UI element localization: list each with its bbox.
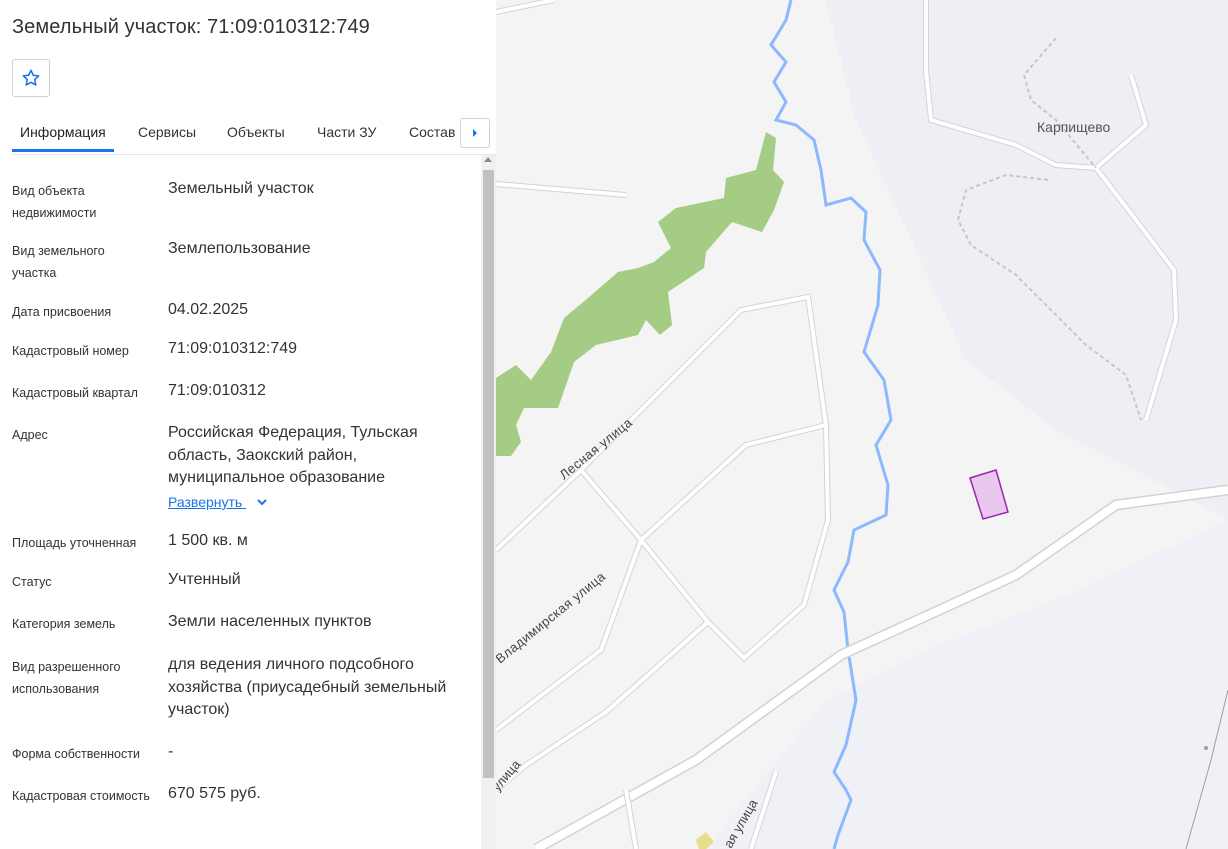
label-ownership-form: Форма собственности xyxy=(12,747,140,761)
info-panel: Земельный участок: 71:09:010312:749 Инфо… xyxy=(0,0,496,849)
tabs-next-button[interactable] xyxy=(460,118,490,148)
value-address: Российская Федерация, Тульская область, … xyxy=(168,424,418,486)
label-assignment-date: Дата присвоения xyxy=(12,305,112,319)
value-object-type: Земельный участок xyxy=(168,180,314,197)
label-address: Адрес xyxy=(12,428,48,442)
value-land-category: Земли населенных пунктов xyxy=(168,613,372,630)
label-permitted-use: Вид разрешенного использования xyxy=(12,660,121,696)
place-label: Карпищево xyxy=(1037,119,1111,135)
tab-information[interactable]: Информация xyxy=(20,124,106,140)
value-land-type: Землепользование xyxy=(168,240,311,257)
chevron-down-icon xyxy=(257,499,267,506)
value-cadastral-quarter: 71:09:010312 xyxy=(168,382,266,399)
scroll-up-arrow-icon[interactable] xyxy=(484,157,492,162)
label-cadastral-quarter: Кадастровый квартал xyxy=(12,386,138,400)
label-cadastral-number: Кадастровый номер xyxy=(12,344,129,358)
value-cadastral-number: 71:09:010312:749 xyxy=(168,340,298,357)
star-icon xyxy=(22,69,40,86)
value-area: 1 500 кв. м xyxy=(168,532,248,549)
tab-services[interactable]: Сервисы xyxy=(138,124,196,140)
label-land-type: Вид земельного участка xyxy=(12,244,105,280)
value-ownership-form: - xyxy=(168,743,174,760)
favorite-button[interactable] xyxy=(12,59,50,97)
value-permitted-use: для ведения личного подсобного хозяйства… xyxy=(168,656,447,718)
scrollbar-thumb[interactable] xyxy=(483,170,494,778)
tab-parts[interactable]: Части ЗУ xyxy=(317,124,376,140)
label-cadastral-value: Кадастровая стоимость xyxy=(12,789,150,803)
value-cadastral-value: 670 575 руб. xyxy=(168,785,261,802)
expand-address-link[interactable]: Развернуть xyxy=(168,494,268,510)
active-tab-indicator xyxy=(12,149,114,152)
label-land-category: Категория земель xyxy=(12,617,116,631)
tab-composition[interactable]: Состав xyxy=(409,124,455,140)
label-status: Статус xyxy=(12,575,52,589)
value-status: Учтенный xyxy=(168,571,241,588)
value-assignment-date: 04.02.2025 xyxy=(168,301,249,318)
page-title: Земельный участок: 71:09:010312:749 xyxy=(12,16,370,38)
expand-label: Развернуть xyxy=(168,494,243,510)
tab-bar: Информация Сервисы Объекты Части ЗУ Сост… xyxy=(12,116,496,155)
caret-right-icon xyxy=(473,129,477,137)
label-area: Площадь уточненная xyxy=(12,536,137,550)
map-canvas[interactable]: Карпищево Лесная улица Владимирская улиц… xyxy=(496,0,1228,849)
label-object-type: Вид объекта недвижимости xyxy=(12,184,97,220)
tab-objects[interactable]: Объекты xyxy=(227,124,285,140)
